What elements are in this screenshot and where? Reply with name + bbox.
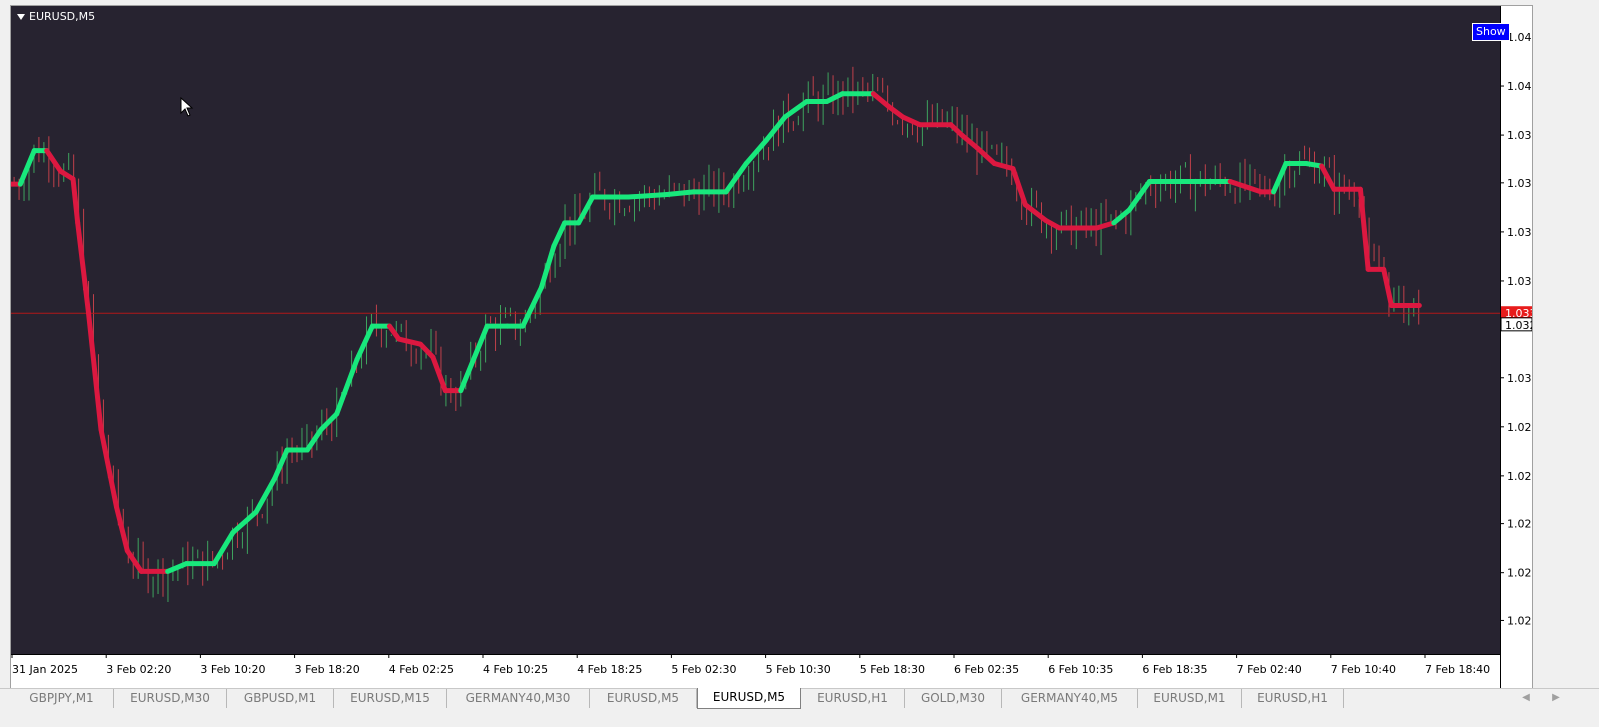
time-tick-label: 7 Feb 02:40 (1237, 663, 1302, 676)
time-tick-label: 6 Feb 18:35 (1142, 663, 1207, 676)
time-tick-label: 5 Feb 18:30 (860, 663, 925, 676)
time-tick-label: 6 Feb 10:35 (1048, 663, 1113, 676)
tab-germany40-m30[interactable]: GERMANY40,M30 (447, 689, 590, 708)
time-tick-label: 6 Feb 02:35 (954, 663, 1019, 676)
current-price-label: 1.03255 (1505, 319, 1532, 332)
price-tick-label: 1.02485 (1507, 518, 1532, 531)
tab-germany40-m5[interactable]: GERMANY40,M5 (1002, 689, 1138, 708)
tab-gbpjpy-m1[interactable]: GBPJPY,M1 (10, 689, 114, 708)
trend-segment-bull (664, 189, 696, 197)
trend-segment-bull (625, 191, 670, 200)
time-tick-label: 7 Feb 10:40 (1331, 663, 1396, 676)
price-tick-label: 1.02860 (1507, 421, 1532, 434)
tab-scroll-right-icon[interactable]: ▶ (1549, 691, 1563, 705)
symbol-text: EURUSD,M5 (29, 10, 96, 23)
time-tick-label: 3 Feb 18:20 (295, 663, 360, 676)
price-tick-label: 1.02295 (1507, 567, 1532, 580)
time-tick-label: 4 Feb 10:25 (483, 663, 548, 676)
chart-symbol-label[interactable]: EURUSD,M5 (17, 10, 95, 23)
price-tick-label: 1.03425 (1507, 275, 1532, 288)
price-tick-label: 1.04180 (1507, 80, 1532, 93)
time-tick-label: 4 Feb 18:25 (577, 663, 642, 676)
tab-eurusd-h1[interactable]: EURUSD,H1 (801, 689, 905, 708)
tab-eurusd-m5[interactable]: EURUSD,M5 (697, 688, 801, 709)
time-tick-label: 3 Feb 10:20 (200, 663, 265, 676)
plot-area[interactable] (11, 6, 1500, 654)
tab-eurusd-m5[interactable]: EURUSD,M5 (590, 689, 697, 708)
tab-eurusd-m1[interactable]: EURUSD,M1 (1138, 689, 1242, 708)
tab-scroll-left-icon[interactable]: ◀ (1519, 691, 1533, 705)
price-chart[interactable]: 1.04370 1.04180 1.03990 1.03805 1.03615 1.034… (11, 6, 1532, 689)
price-tick-label: 1.03050 (1507, 372, 1532, 385)
price-tick-label: 1.03990 (1507, 129, 1532, 142)
time-tick-label: 4 Feb 02:25 (389, 663, 454, 676)
chevron-down-icon[interactable] (17, 13, 25, 20)
price-tick-label: 1.02110 (1507, 614, 1532, 627)
tab-gbpusd-m1[interactable]: GBPUSD,M1 (227, 689, 334, 708)
tab-eurusd-m30[interactable]: EURUSD,M30 (114, 689, 227, 708)
price-tick-label: 1.02670 (1507, 470, 1532, 483)
tab-gold-m30[interactable]: GOLD,M30 (905, 689, 1002, 708)
price-tick-label: 1.04370 (1507, 31, 1532, 44)
time-tick-label: 3 Feb 02:20 (106, 663, 171, 676)
price-tick-label: 1.03615 (1507, 226, 1532, 239)
tab-eurusd-h1[interactable]: EURUSD,H1 (1242, 689, 1344, 708)
mouse-pointer-icon (180, 97, 194, 117)
time-tick-label: 5 Feb 10:30 (766, 663, 831, 676)
price-axis (1500, 6, 1532, 689)
time-tick-label: 31 Jan 2025 (12, 663, 78, 676)
show-button[interactable]: Show (1472, 23, 1510, 41)
chart-tab-bar: GBPJPY,M1 EURUSD,M30 GBPUSD,M1 EURUSD,M15 GE… (0, 688, 1599, 727)
time-tick-label: 7 Feb 18:40 (1425, 663, 1490, 676)
price-tick-label: 1.03805 (1507, 177, 1532, 190)
time-tick-label: 5 Feb 02:30 (671, 663, 736, 676)
chart-window[interactable]: 1.04370 1.04180 1.03990 1.03805 1.03615 1.034… (10, 5, 1533, 690)
tab-eurusd-m15[interactable]: EURUSD,M15 (334, 689, 447, 708)
